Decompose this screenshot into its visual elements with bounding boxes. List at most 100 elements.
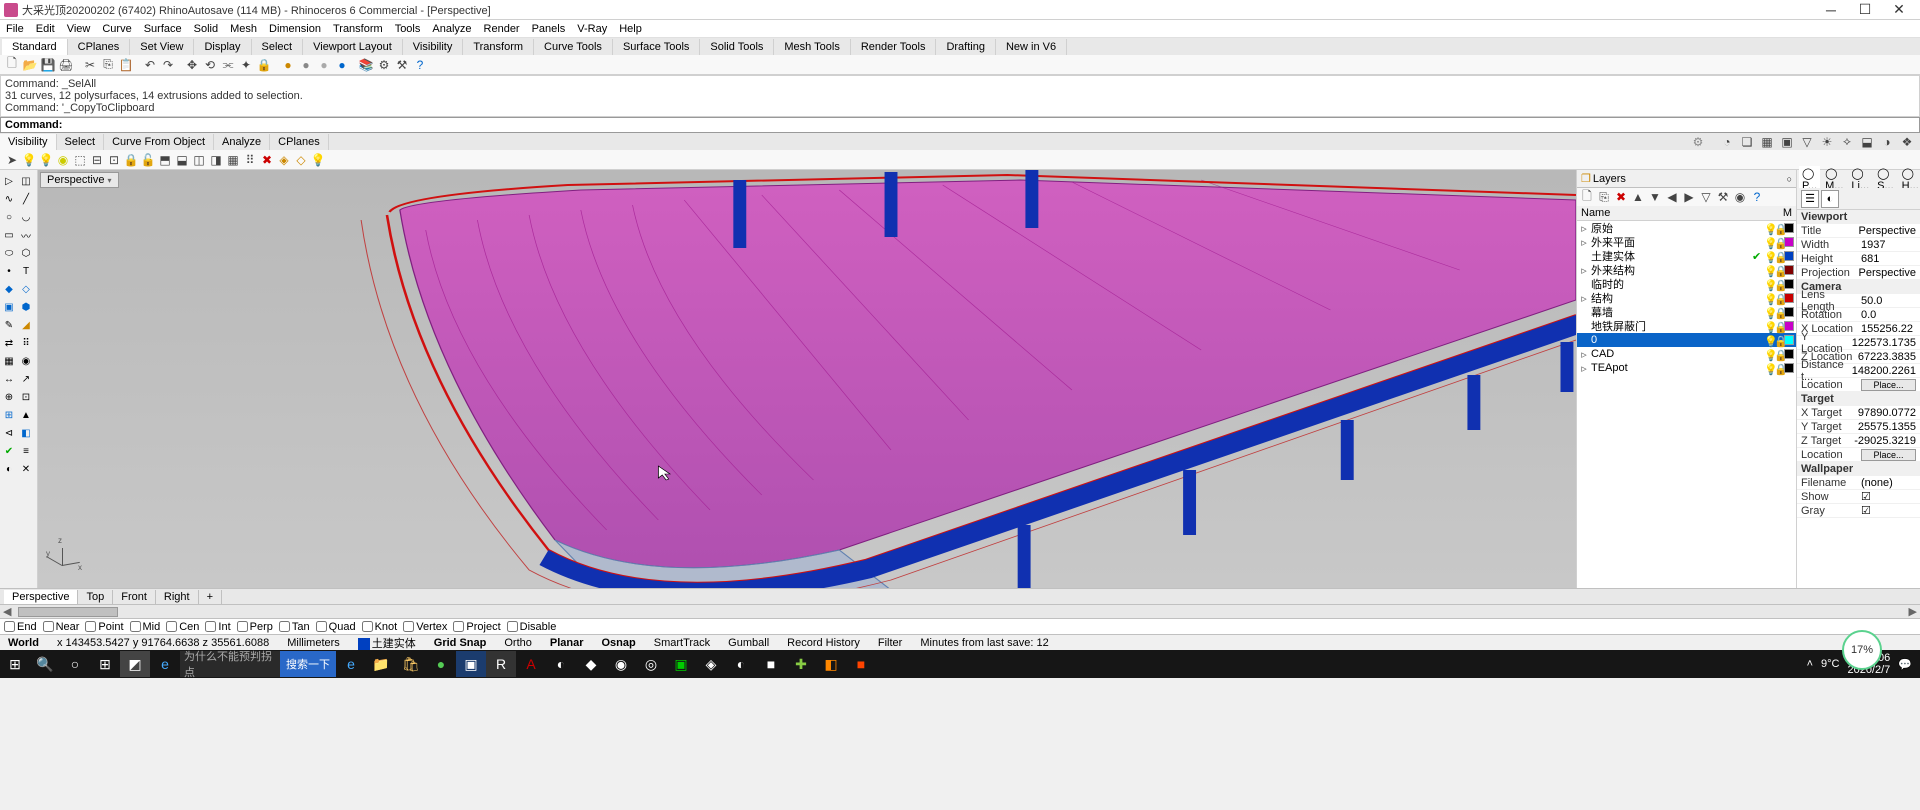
status-item[interactable]: SmartTrack	[650, 637, 714, 649]
open-icon[interactable]: 📂	[22, 57, 38, 73]
property-value[interactable]: 681	[1861, 253, 1916, 265]
property-value[interactable]: 50.0	[1861, 295, 1916, 307]
properties-panel-icon[interactable]: ◔	[1718, 133, 1736, 151]
property-row[interactable]: Y Target25575.1355	[1797, 420, 1920, 434]
hide-icon[interactable]: ⊟	[89, 152, 105, 168]
property-row[interactable]: Distance t...148200.2261	[1797, 364, 1920, 378]
display-panel-icon[interactable]: ▦	[1758, 133, 1776, 151]
layer-left-icon[interactable]: ◀	[1664, 189, 1680, 205]
curve-tool-icon[interactable]: 〰	[18, 227, 34, 243]
property-value[interactable]: ☑	[1861, 490, 1916, 503]
osnap-vertex[interactable]: Vertex	[403, 621, 447, 633]
menu-surface[interactable]: Surface	[142, 23, 184, 35]
property-row[interactable]: Z Target-29025.3219	[1797, 434, 1920, 448]
ghosted-icon[interactable]: ●	[316, 57, 332, 73]
osnap-checkbox[interactable]	[279, 621, 290, 632]
layer-color-swatch[interactable]	[1784, 293, 1794, 303]
status-item[interactable]: Record History	[783, 637, 864, 649]
new-layer-icon[interactable]: 🗋	[1579, 189, 1595, 205]
property-row[interactable]: Y Location122573.1735	[1797, 336, 1920, 350]
property-value[interactable]: 1937	[1861, 239, 1916, 251]
property-row[interactable]: Filename(none)	[1797, 476, 1920, 490]
ellipse-tool-icon[interactable]: ⬭	[1, 245, 17, 261]
lock-sel-icon[interactable]: 🔒	[123, 152, 139, 168]
toolbar-tab[interactable]: CPlanes	[68, 39, 131, 55]
properties-tool-icon[interactable]: ⊡	[18, 389, 34, 405]
layer-color-swatch[interactable]	[1784, 279, 1794, 289]
layer-lock-icon[interactable]: 🔒	[1774, 363, 1784, 373]
dim-tool-icon[interactable]: ↔	[1, 371, 17, 387]
toolbar-tab[interactable]: Render Tools	[851, 39, 937, 55]
layer-tool1-icon[interactable]: ⚒	[1715, 189, 1731, 205]
layer-state-icons[interactable]: 💡🔒	[1764, 223, 1794, 233]
group1-icon[interactable]: ⬒	[157, 152, 173, 168]
osnap-cen[interactable]: Cen	[166, 621, 199, 633]
isolate-lock-icon[interactable]: ⊡	[106, 152, 122, 168]
osnap-point[interactable]: Point	[85, 621, 123, 633]
transform-tool-icon[interactable]: ⇄	[1, 335, 17, 351]
material-props-icon[interactable]: ◐	[1821, 190, 1839, 208]
layer-on-icon[interactable]: 💡	[1764, 265, 1774, 275]
misc3-icon[interactable]: 💡	[310, 152, 326, 168]
layer-list[interactable]: ▹原始💡🔒▹外来平面💡🔒土建实体✔💡🔒▹外来结构💡🔒临时的💡🔒▹结构💡🔒幕墙💡🔒…	[1577, 221, 1796, 588]
layer-lock-icon[interactable]: 🔒	[1774, 349, 1784, 359]
boxedit-panel-icon[interactable]: ▣	[1778, 133, 1796, 151]
app-icon-2[interactable]: ◐	[546, 651, 576, 677]
property-value[interactable]: Place...	[1861, 449, 1916, 461]
show-icon[interactable]: 💡	[38, 152, 54, 168]
circle-tool-icon[interactable]: ○	[1, 209, 17, 225]
lock-icon[interactable]: 🔒	[256, 57, 272, 73]
line-tool-icon[interactable]: ╱	[18, 191, 34, 207]
filter-layer-icon[interactable]: ▽	[1698, 189, 1714, 205]
app-icon-3[interactable]: ◆	[576, 651, 606, 677]
layer-color-swatch[interactable]	[1784, 265, 1794, 275]
fillet-tool-icon[interactable]: ◢	[18, 317, 34, 333]
layer-lock-icon[interactable]: 🔒	[1774, 237, 1784, 247]
layer-down-icon[interactable]: ▼	[1647, 189, 1663, 205]
points-off-icon[interactable]: ✖	[259, 152, 275, 168]
extrude-tool-icon[interactable]: ⬢	[18, 299, 34, 315]
chrome-icon[interactable]: ◎	[636, 651, 666, 677]
viewport-tab[interactable]: Top	[78, 590, 113, 604]
end-tool-icon[interactable]: ✕	[18, 461, 34, 477]
horizontal-scrollbar[interactable]: ◀ ▶	[0, 604, 1920, 618]
osnap-checkbox[interactable]	[453, 621, 464, 632]
viewport-dropdown-icon[interactable]: ▾	[107, 176, 111, 185]
leader-tool-icon[interactable]: ↗	[18, 371, 34, 387]
sub-tab[interactable]: CPlanes	[270, 134, 329, 150]
edit-tool-icon[interactable]: ✎	[1, 317, 17, 333]
toolbar-tab[interactable]: Drafting	[936, 39, 996, 55]
property-value[interactable]: 25575.1355	[1858, 421, 1916, 433]
app-icon-4[interactable]: ◉	[606, 651, 636, 677]
layer-twisty-icon[interactable]: ▹	[1579, 264, 1589, 277]
osnap-knot[interactable]: Knot	[362, 621, 398, 633]
toolbar-tab[interactable]: Transform	[463, 39, 534, 55]
group2-icon[interactable]: ⬓	[174, 152, 190, 168]
menu-panels[interactable]: Panels	[530, 23, 568, 35]
toolbar-tab[interactable]: Viewport Layout	[303, 39, 403, 55]
viewport-canvas[interactable]: x y z	[38, 170, 1576, 588]
light-icon[interactable]: 💡	[21, 152, 37, 168]
layer-twisty-icon[interactable]: ▹	[1579, 292, 1589, 305]
show-sel-icon[interactable]: ◉	[55, 152, 71, 168]
layer-row[interactable]: ▹CAD💡🔒	[1577, 347, 1796, 361]
osnap-checkbox[interactable]	[362, 621, 373, 632]
property-value[interactable]: Perspective	[1859, 225, 1916, 237]
status-item[interactable]: Filter	[874, 637, 906, 649]
layer-row[interactable]: ▹外来结构💡🔒	[1577, 263, 1796, 277]
layer-color-swatch[interactable]	[1784, 251, 1794, 261]
status-item[interactable]: Grid Snap	[430, 637, 491, 649]
property-value[interactable]: Perspective	[1859, 267, 1916, 279]
layer-on-icon[interactable]: 💡	[1764, 251, 1774, 261]
osnap-int[interactable]: Int	[205, 621, 230, 633]
command-line[interactable]: Command:	[0, 117, 1920, 133]
misc1-icon[interactable]: ◈	[276, 152, 292, 168]
layer-twisty-icon[interactable]: ▹	[1579, 348, 1589, 361]
scroll-right-icon[interactable]: ▶	[1906, 605, 1920, 618]
toolbar-tab[interactable]: Display	[194, 39, 251, 55]
property-value[interactable]: Place...	[1861, 379, 1916, 391]
layer-row[interactable]: 0💡🔒	[1577, 333, 1796, 347]
layer-row[interactable]: 临时的💡🔒	[1577, 277, 1796, 291]
layer-state-icons[interactable]: 💡🔒	[1764, 279, 1794, 289]
property-row[interactable]: LocationPlace...	[1797, 378, 1920, 392]
